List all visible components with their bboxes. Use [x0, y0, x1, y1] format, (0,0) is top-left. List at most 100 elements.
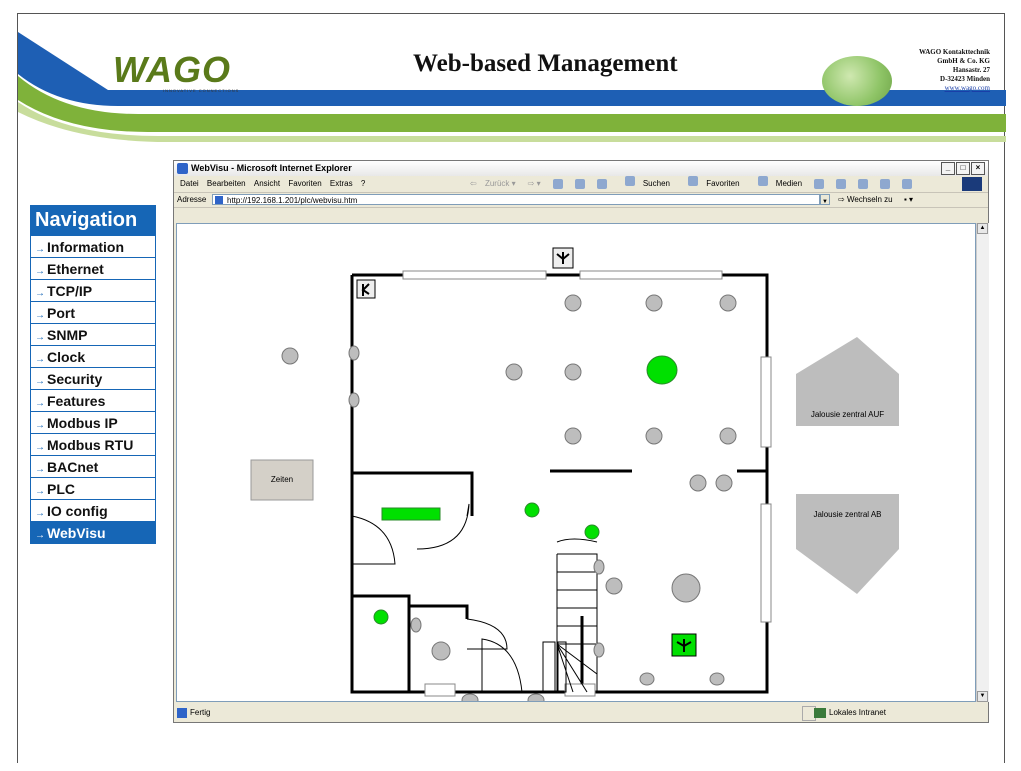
- nav-item-label: SNMP: [47, 327, 88, 343]
- nav-item-features[interactable]: → Features: [30, 390, 156, 412]
- go-button[interactable]: ⇨ Wechseln zu: [838, 193, 893, 207]
- blind-down-shape: [796, 494, 899, 594]
- company-line: D-32423 Minden: [940, 75, 990, 83]
- page-frame: WAGO INNOVATIVE CONNECTIONS Web-based Ma…: [17, 13, 1006, 763]
- scroll-down-icon[interactable]: ▼: [977, 691, 988, 702]
- lamp-on: [524, 502, 540, 518]
- intranet-icon: [814, 707, 826, 718]
- browser-titlebar: WebVisu - Microsoft Internet Explorer _ …: [174, 161, 988, 176]
- nav-item-webvisu[interactable]: → WebVisu: [30, 522, 156, 544]
- window-right-lower: [760, 503, 772, 623]
- home-icon[interactable]: [596, 179, 607, 189]
- favorites-icon: [687, 176, 698, 186]
- company-line: GmbH & Co. KG: [937, 57, 990, 65]
- zone-text: Lokales Intranet: [829, 708, 886, 717]
- media-icon: [757, 176, 768, 186]
- nav-item-label: Clock: [47, 349, 86, 365]
- nav-item-tcpip[interactable]: → TCP/IP: [30, 280, 156, 302]
- company-line: WAGO Kontakttechnik: [919, 48, 990, 56]
- light-strip-on: [381, 507, 441, 521]
- fan-icon: [671, 633, 697, 657]
- nav-item-label: BACnet: [47, 459, 99, 475]
- nav-item-information[interactable]: → Information: [30, 236, 156, 258]
- door-panel: [542, 641, 556, 693]
- staircase: [556, 538, 598, 693]
- window-right-upper: [760, 356, 772, 448]
- history-icon[interactable]: [814, 179, 825, 189]
- door-arc: [351, 515, 396, 565]
- page-title: Web-based Management: [413, 50, 678, 77]
- browser-window: WebVisu - Microsoft Internet Explorer _ …: [173, 160, 989, 723]
- print-icon[interactable]: [858, 179, 869, 189]
- nav-item-label: Modbus RTU: [47, 437, 134, 453]
- mail-icon[interactable]: [836, 179, 847, 189]
- url-text: http://192.168.1.201/plc/webvisu.htm: [227, 196, 358, 205]
- scroll-up-icon[interactable]: ▲: [977, 223, 988, 234]
- window-controls: _ □ ×: [941, 162, 985, 175]
- menu-datei[interactable]: Datei: [180, 179, 199, 188]
- window-top-right: [579, 270, 723, 280]
- security-zone: Lokales Intranet: [814, 703, 886, 722]
- logo-wordmark: WAGO: [113, 49, 231, 90]
- nav-item-snmp[interactable]: → SNMP: [30, 324, 156, 346]
- times-button[interactable]: Zeiten: [251, 460, 313, 500]
- browser-menubar: Datei Bearbeiten Ansicht Favoriten Extra…: [174, 176, 988, 193]
- lamp-on: [373, 609, 389, 625]
- navigation-panel: Navigation → Information → Ethernet → TCP/I…: [30, 205, 156, 544]
- menu-help[interactable]: ?: [361, 179, 365, 188]
- nav-item-ethernet[interactable]: → Ethernet: [30, 258, 156, 280]
- company-line: Hansastr. 27: [952, 66, 990, 74]
- fan-icon: [356, 279, 376, 299]
- blind-down-button[interactable]: Jalousie zentral AB: [796, 510, 899, 519]
- minimize-icon[interactable]: _: [941, 162, 955, 175]
- nav-item-bacnet[interactable]: → BACnet: [30, 456, 156, 478]
- refresh-icon[interactable]: [574, 179, 585, 189]
- word-icon[interactable]: [880, 179, 891, 189]
- vertical-scrollbar[interactable]: ▲ ▼: [976, 223, 989, 702]
- favorites-label: Favoriten: [706, 179, 740, 188]
- blind-up-button[interactable]: Jalousie zentral AUF: [796, 410, 899, 419]
- close-icon[interactable]: ×: [971, 162, 985, 175]
- back-label: Zurück: [484, 179, 510, 188]
- company-url-link[interactable]: www.wago.com: [898, 84, 990, 93]
- nav-item-clock[interactable]: → Clock: [30, 346, 156, 368]
- nav-item-port[interactable]: → Port: [30, 302, 156, 324]
- menu-favoriten[interactable]: Favoriten: [288, 179, 321, 188]
- arrow-icon: →: [35, 530, 45, 541]
- search-button[interactable]: Suchen: [619, 176, 670, 192]
- nav-title: Navigation: [30, 205, 156, 236]
- nav-item-label: Port: [47, 305, 75, 321]
- nav-item-modbus-rtu[interactable]: → Modbus RTU: [30, 434, 156, 456]
- address-bar: Adresse http://192.168.1.201/plc/webvisu…: [174, 193, 988, 208]
- search-icon: [624, 176, 635, 186]
- nav-item-label: Features: [47, 393, 106, 409]
- nav-item-modbus-ip[interactable]: → Modbus IP: [30, 412, 156, 434]
- globe-logo-icon: [822, 56, 892, 106]
- fan-icon: [552, 247, 574, 269]
- menu-bearbeiten[interactable]: Bearbeiten: [207, 179, 246, 188]
- nav-item-label: Security: [47, 371, 103, 387]
- url-input[interactable]: http://192.168.1.201/plc/webvisu.htm: [212, 194, 820, 205]
- wago-logo: WAGO INNOVATIVE CONNECTIONS: [113, 52, 263, 104]
- maximize-icon[interactable]: □: [956, 162, 970, 175]
- stop-icon[interactable]: [552, 179, 563, 189]
- media-button[interactable]: Medien: [752, 176, 802, 192]
- menu-ansicht[interactable]: Ansicht: [254, 179, 280, 188]
- nav-item-security[interactable]: → Security: [30, 368, 156, 390]
- address-dropdown-icon[interactable]: ▼: [820, 194, 830, 205]
- nav-item-plc[interactable]: → PLC: [30, 478, 156, 500]
- back-button[interactable]: ⇦ Zurück ▾: [470, 176, 516, 192]
- nav-item-label: PLC: [47, 481, 75, 497]
- links-button[interactable]: ▪ ▾: [904, 193, 913, 207]
- nav-item-io-config[interactable]: → IO config: [30, 500, 156, 522]
- window-bottom-left: [424, 683, 456, 697]
- forward-button[interactable]: ⇨ ▾: [528, 176, 541, 192]
- windows-flag-icon: [962, 177, 982, 191]
- search-label: Suchen: [642, 179, 670, 188]
- nav-item-label: Ethernet: [47, 261, 104, 277]
- door-arc: [466, 618, 508, 650]
- nav-item-label: IO config: [47, 503, 108, 519]
- favorites-button[interactable]: Favoriten: [682, 176, 740, 192]
- menu-extras[interactable]: Extras: [330, 179, 353, 188]
- discuss-icon[interactable]: [902, 179, 913, 189]
